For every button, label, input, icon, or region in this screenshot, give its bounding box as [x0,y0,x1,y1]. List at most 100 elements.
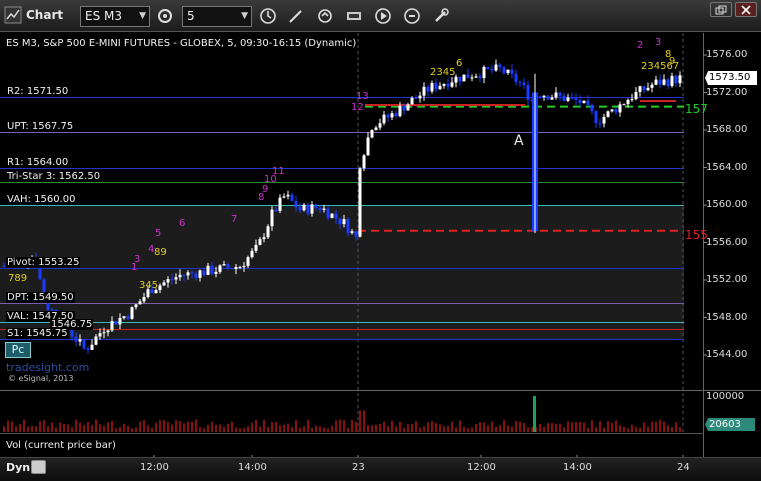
volume-bar [355,422,357,432]
volume-bar [47,426,49,432]
candle-body [246,257,250,266]
volume-bar [627,428,629,432]
candle-body [478,76,482,79]
level-label: Tri-Star 3: 1562.50 [6,170,102,182]
volume-bar [291,427,293,432]
price-chart[interactable]: 1 3 4 5 6 7 8 9 10 11 12 13 2 3 2345 6 2… [0,0,761,481]
dyn-toggle-icon[interactable] [31,460,46,474]
volume-bar [255,419,257,432]
candle-body [558,92,562,96]
volume-bar [275,422,277,432]
candle-body [374,127,378,131]
candle-body [182,274,186,276]
candle-body [370,130,374,138]
candle-body [610,109,614,112]
time-axis-tick: 12:00 [467,462,496,473]
candle-body [178,274,182,278]
candle-body [390,113,394,118]
volume-bar [423,426,425,432]
candle-body [514,73,518,83]
volume-bar [67,424,69,432]
volume-bar [647,426,649,432]
candle-body [250,250,254,258]
volume-bar [679,427,681,432]
volume-bar [603,427,605,432]
volume-bar [231,421,233,432]
candle-body [238,267,242,269]
volume-bar [587,427,589,432]
volume-bar [171,424,173,432]
volume-bar [39,421,41,432]
volume-bar [339,419,341,432]
volume-bar [247,426,249,432]
level-label: VAH: 1560.00 [6,193,77,205]
volume-bar [659,419,661,432]
candle-body [270,209,274,227]
volume-bar [259,426,261,432]
volume-bar [215,424,217,432]
candle-body [598,123,602,125]
volume-bar [639,427,641,432]
volume-bar [71,427,73,432]
candle-body [282,196,286,198]
volume-bar [663,421,665,432]
price-axis-tick: 1576.00 [706,49,748,60]
candle-body [190,272,194,274]
candle-body [382,114,386,124]
volume-bar [403,427,405,432]
candle-body [254,244,258,251]
candle-body [314,204,318,208]
candle-body [322,208,326,210]
candle-body [670,75,674,87]
volume-bar [467,428,469,432]
candle-body [74,336,78,342]
time-axis-tick: 14:00 [563,462,592,473]
volume-bar [591,420,593,432]
volume-bar [335,420,337,432]
candle-body [234,267,238,270]
candle-body [550,97,554,100]
dashed-level-label: 155 [685,228,708,242]
volume-bar [519,421,521,432]
candle-body [186,272,190,276]
volume-bar [139,421,141,432]
candle-body [134,304,138,308]
candle-body [570,97,574,99]
candle-body [474,76,478,78]
candle-body [510,69,514,74]
volume-bar [3,426,5,432]
volume-bar [463,426,465,432]
pc-button[interactable]: Pc [5,342,31,358]
candle-body [466,74,470,78]
volume-bar [99,424,101,432]
volume-bar [75,419,77,432]
volume-bar [371,425,373,432]
count-marker: 5 [155,228,161,239]
price-axis-tick: 1548.00 [706,311,748,323]
volume-bar [95,419,97,432]
candle-body [262,237,266,240]
volume-bar [299,427,301,432]
count-marker: 12 [351,102,364,113]
time-axis-tick: 24 [677,462,690,473]
volume-bar [211,421,213,432]
volume-bar [83,425,85,432]
candle-body [526,85,530,100]
volume-bar [551,422,553,432]
candle-body [490,69,494,71]
candle-body [542,95,546,98]
volume-bar [499,425,501,432]
volume-bar [27,426,29,432]
volume-bar [235,427,237,432]
watermark: tradesight.com [6,361,90,374]
candle-body [210,265,214,274]
candle-body [158,285,162,291]
level-label: UPT: 1567.75 [6,120,75,132]
candle-body [562,95,566,101]
candle-body [418,95,422,99]
candle-body [586,100,590,105]
volume-bar [487,425,489,432]
candle-body [334,213,338,219]
volume-bar [87,421,89,432]
candle-body [634,92,638,100]
